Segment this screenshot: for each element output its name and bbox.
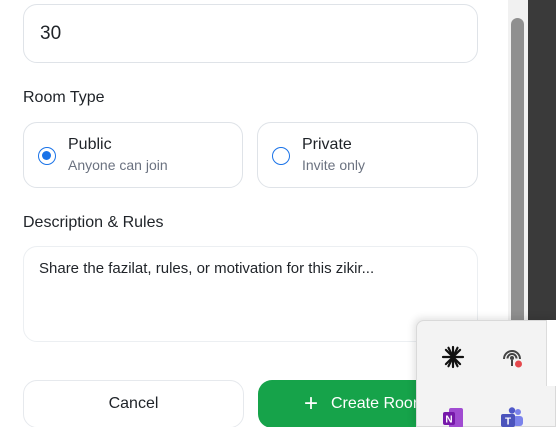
private-title: Private [302, 136, 352, 153]
public-title: Public [68, 136, 112, 153]
teams-icon[interactable]: T [500, 406, 524, 427]
spark-icon[interactable] [441, 345, 465, 369]
svg-text:N: N [445, 415, 452, 426]
room-type-public-option[interactable]: Public Anyone can join [23, 122, 243, 188]
svg-text:T: T [505, 417, 511, 427]
podcast-icon[interactable] [500, 345, 524, 369]
public-radio[interactable] [38, 147, 56, 165]
create-room-label: Create Room [331, 395, 427, 412]
room-type-label: Room Type [23, 89, 105, 106]
plus-icon: + [304, 390, 319, 417]
description-textarea[interactable]: Share the fazilat, rules, or motivation … [23, 246, 478, 342]
private-subtitle: Invite only [302, 157, 366, 173]
description-label: Description & Rules [23, 214, 164, 231]
cancel-button[interactable]: Cancel [23, 380, 244, 427]
room-type-private-option[interactable]: Private Invite only [257, 122, 478, 188]
count-input[interactable]: 30 [23, 4, 478, 63]
tray-divider [546, 320, 556, 386]
onenote-icon[interactable]: N [441, 406, 465, 427]
public-subtitle: Anyone can join [68, 157, 168, 173]
private-radio[interactable] [272, 147, 290, 165]
system-tray-overflow [416, 320, 556, 427]
